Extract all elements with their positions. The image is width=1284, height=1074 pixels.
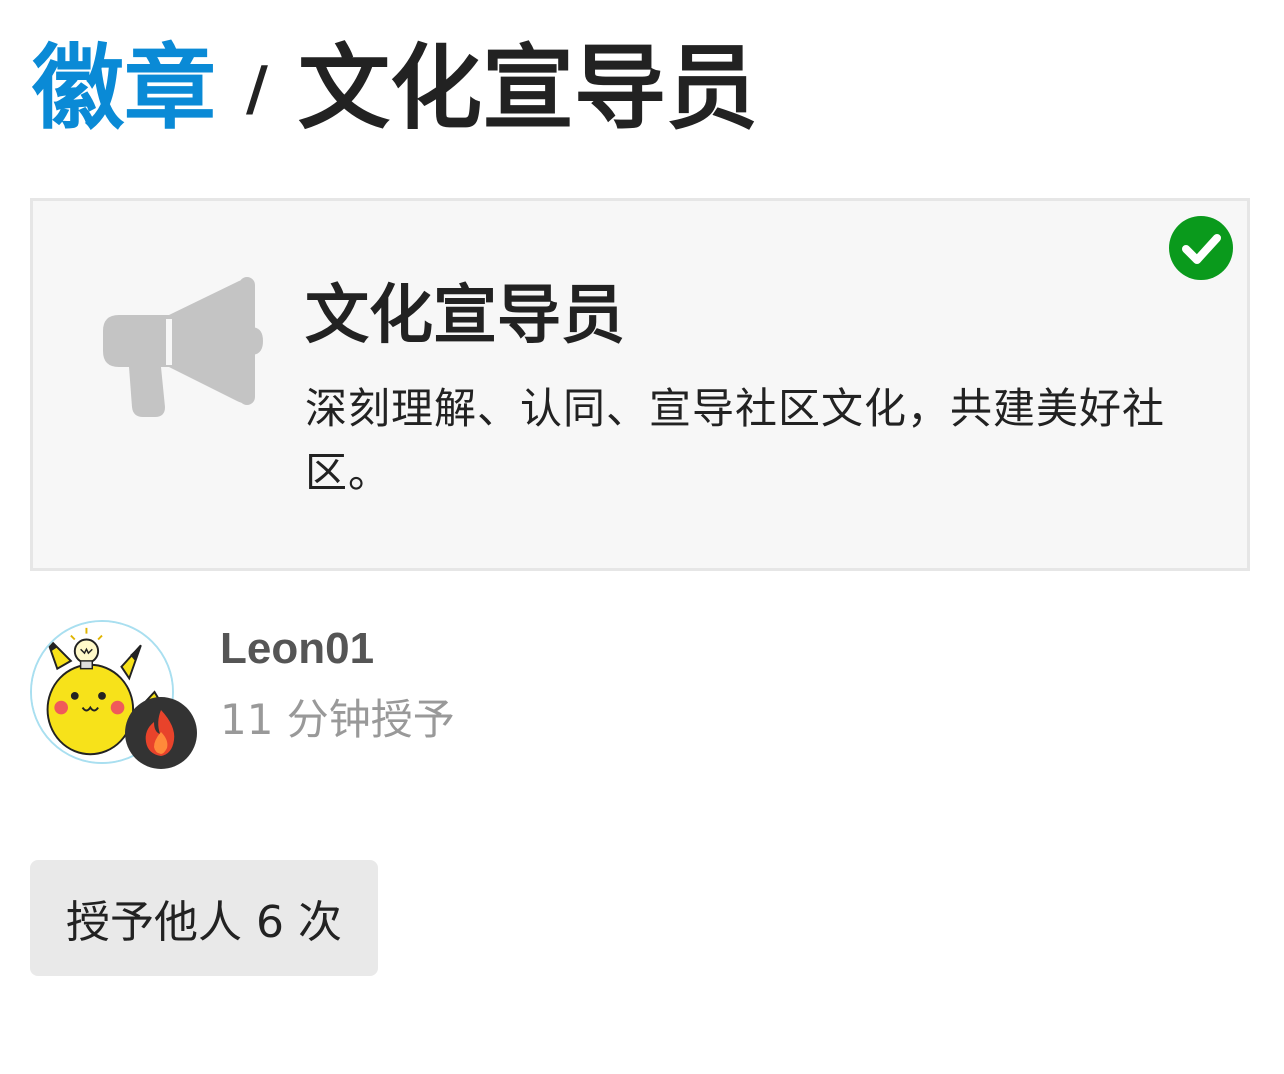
breadcrumb-separator: / [246, 54, 268, 124]
page-title: 徽章 / 文化宣导员 [32, 34, 758, 144]
breadcrumb-badges-link[interactable]: 徽章 [32, 43, 216, 135]
badge-description: 深刻理解、认同、宣导社区文化，共建美好社区。 [305, 384, 1166, 497]
grant-entry: Leon01 11 分钟授予 [30, 618, 930, 778]
breadcrumb-current: 文化宣导员 [297, 35, 758, 142]
granted-time: 11 分钟授予 [220, 695, 455, 744]
badge-card: 文化宣导员 深刻理解、认同、宣导社区文化，共建美好社区。 [30, 198, 1250, 571]
grant-others-button[interactable]: 授予他人 6 次 [30, 860, 378, 976]
bullhorn-icon [103, 277, 263, 417]
username-link[interactable]: Leon01 [220, 624, 374, 674]
check-circle-icon [1169, 216, 1233, 280]
badge-name: 文化宣导员 [305, 279, 625, 353]
fire-icon [125, 697, 197, 769]
